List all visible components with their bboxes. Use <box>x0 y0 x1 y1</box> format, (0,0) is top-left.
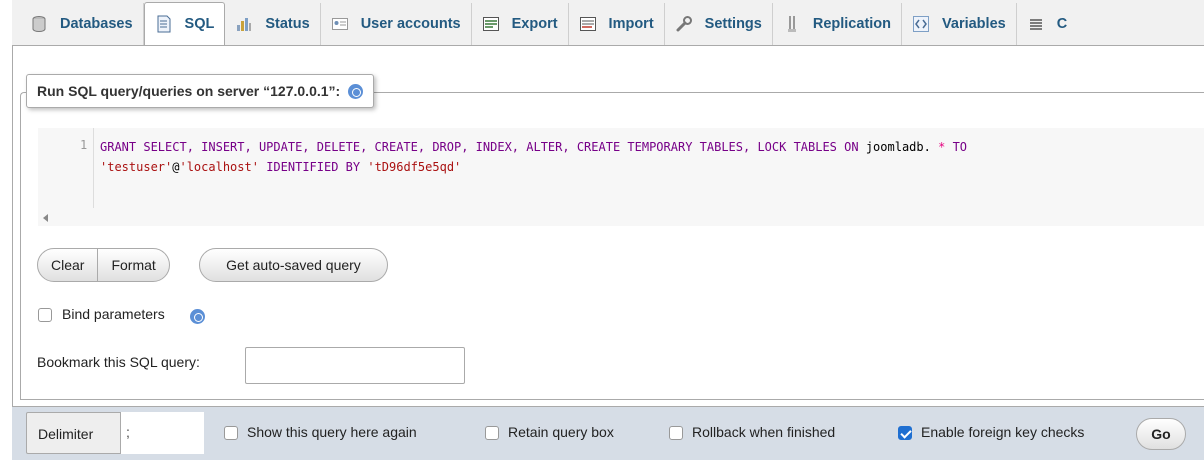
wrench-icon <box>675 15 693 33</box>
sql-identified-by: IDENTIFIED BY <box>266 160 361 174</box>
tab-user-accounts[interactable]: User accounts <box>321 3 472 45</box>
replication-icon <box>783 15 801 33</box>
sql-to: TO <box>952 140 968 154</box>
sql-host: 'localhost' <box>179 160 259 174</box>
retain-query-box-checkbox[interactable] <box>485 426 499 440</box>
delimiter-label: Delimiter <box>38 426 94 442</box>
bind-help-icon[interactable] <box>190 309 205 324</box>
clear-format-group: Clear Format <box>37 248 170 282</box>
line-number: 1 <box>80 138 88 152</box>
user-accounts-icon <box>331 15 349 33</box>
rollback-checkbox[interactable] <box>669 426 683 440</box>
tab-label: Replication <box>812 16 892 32</box>
export-icon <box>482 15 500 33</box>
retain-query-box-label: Retain query box <box>508 424 614 440</box>
tab-sql[interactable]: SQL <box>143 2 226 45</box>
tab-label: Databases <box>60 16 133 32</box>
tab-label: Status <box>265 16 310 32</box>
rollback-label: Rollback when finished <box>692 424 836 440</box>
tab-label: Settings <box>704 16 762 32</box>
show-query-label: Show this query here again <box>247 424 417 440</box>
tab-settings[interactable]: Settings <box>665 3 773 45</box>
tab-label: User accounts <box>360 16 461 32</box>
foreign-key-checks-label: Enable foreign key checks <box>921 424 1085 440</box>
delimiter-input[interactable] <box>120 412 204 454</box>
import-icon <box>579 15 597 33</box>
tab-export[interactable]: Export <box>472 3 569 45</box>
tab-charsets[interactable]: C <box>1017 3 1077 45</box>
scroll-left-arrow-icon[interactable] <box>43 214 48 222</box>
tab-databases[interactable]: Databases <box>20 3 144 45</box>
get-auto-saved-query-button[interactable]: Get auto-saved query <box>199 248 388 282</box>
tab-label: C <box>1056 16 1068 32</box>
bookmark-label: Bookmark this SQL query: <box>37 354 200 370</box>
bookmark-input[interactable] <box>245 347 465 384</box>
sql-editor[interactable]: 1 GRANT SELECT, INSERT, UPDATE, DELETE, … <box>38 128 1204 226</box>
sql-password: 'tD96df5e5qd' <box>367 160 462 174</box>
foreign-key-checks-checkbox[interactable] <box>898 426 912 440</box>
fieldset-legend: Run SQL query/queries on server “127.0.0… <box>26 74 375 108</box>
variables-icon <box>912 15 930 33</box>
tab-import[interactable]: Import <box>569 3 665 45</box>
sql-db-name: joomladb. <box>865 140 931 154</box>
tab-label: Export <box>511 16 558 32</box>
bind-parameters-checkbox[interactable] <box>38 308 52 322</box>
tab-status[interactable]: Status <box>225 3 321 45</box>
sql-code[interactable]: GRANT SELECT, INSERT, UPDATE, DELETE, CR… <box>100 137 967 177</box>
sql-star: * <box>938 140 946 154</box>
tab-replication[interactable]: Replication <box>773 3 903 45</box>
sql-icon <box>155 15 173 33</box>
sql-keywords: GRANT SELECT, INSERT, UPDATE, DELETE, CR… <box>100 140 859 154</box>
show-query-checkbox[interactable] <box>224 426 238 440</box>
tab-label: Import <box>608 16 654 32</box>
bind-parameters-label: Bind parameters <box>62 306 165 322</box>
database-icon <box>30 15 48 33</box>
list-icon <box>1027 15 1045 33</box>
clear-button[interactable]: Clear <box>38 249 97 281</box>
status-icon <box>235 15 253 33</box>
format-button[interactable]: Format <box>97 249 168 281</box>
go-button[interactable]: Go <box>1136 418 1186 450</box>
legend-title: Run SQL query/queries on server “127.0.0… <box>37 83 341 99</box>
tab-variables[interactable]: Variables <box>902 3 1017 45</box>
top-tab-bar: Databases SQL Status User accounts Expor… <box>12 0 1204 46</box>
sql-user: 'testuser' <box>100 160 173 174</box>
tab-label: SQL <box>184 16 215 32</box>
help-icon[interactable] <box>348 83 364 99</box>
delimiter-value: ; <box>126 424 130 440</box>
tab-label: Variables <box>942 16 1006 32</box>
